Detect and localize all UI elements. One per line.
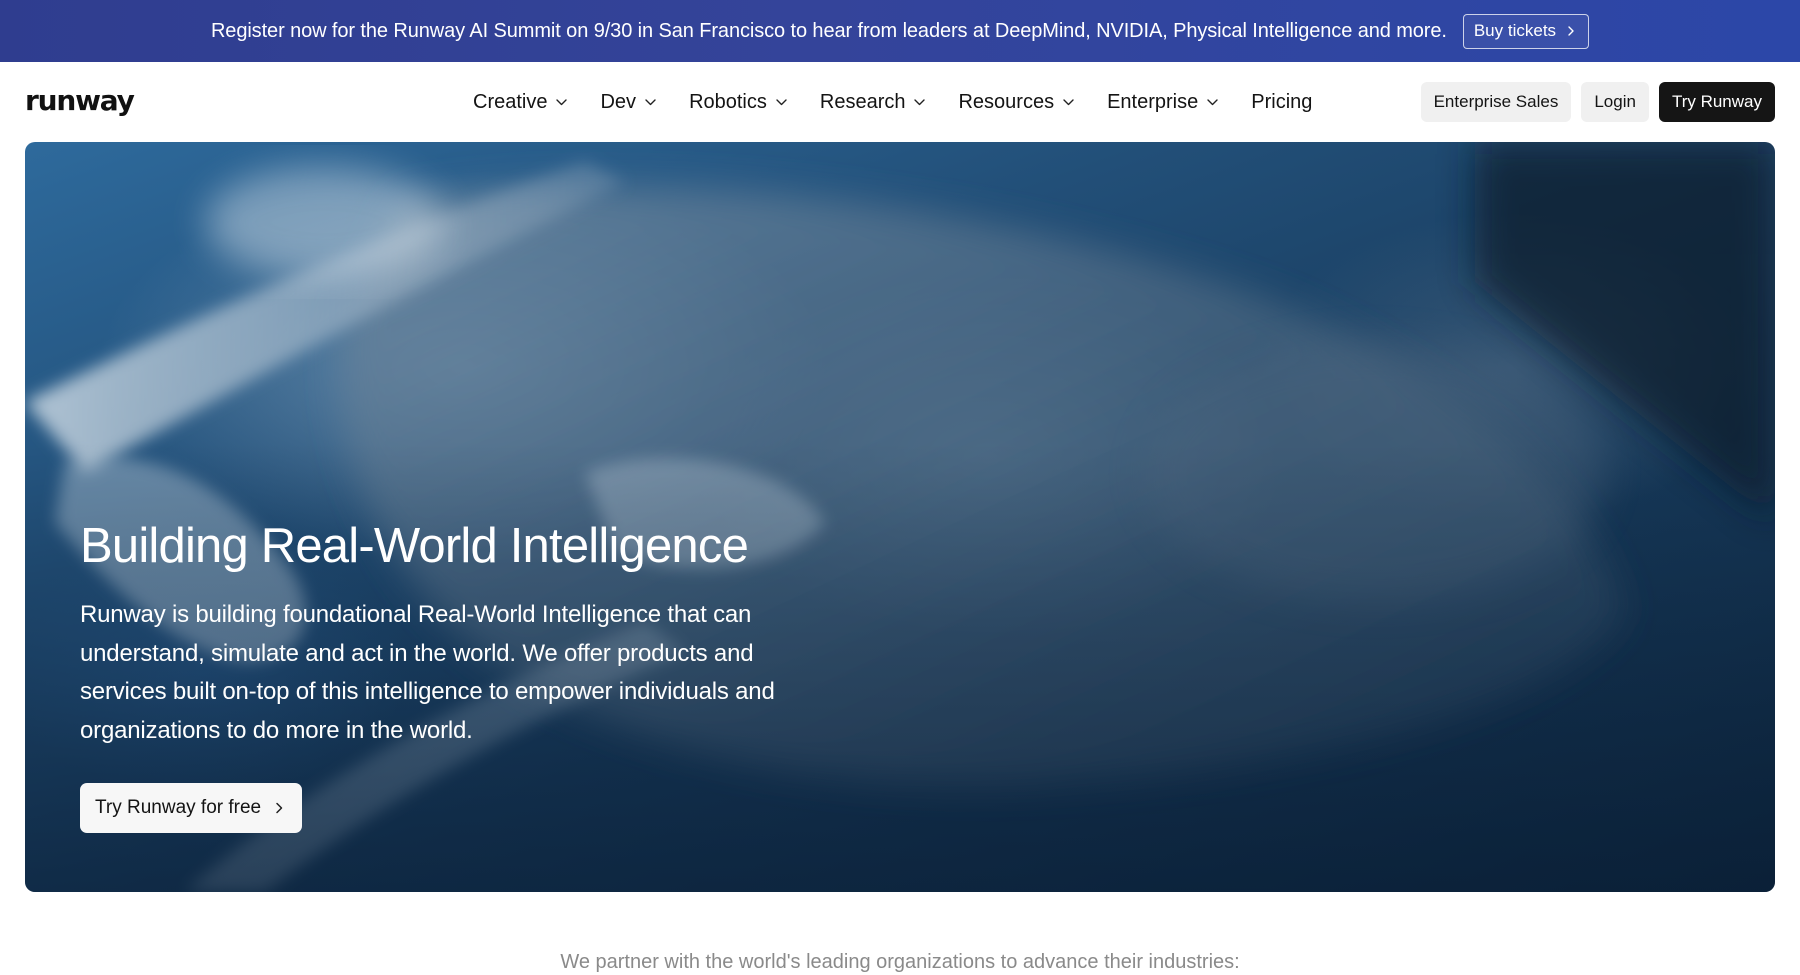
- buy-tickets-button[interactable]: Buy tickets: [1462, 13, 1590, 49]
- nav-item-label: Resources: [958, 90, 1055, 113]
- nav-item-label: Pricing: [1251, 90, 1313, 113]
- top-nav: runway Creative Dev Robotics Research Re…: [0, 62, 1800, 142]
- hero-title: Building Real-World Intelligence: [80, 519, 749, 573]
- nav-item-label: Robotics: [689, 90, 767, 113]
- nav-item-resources[interactable]: Resources: [958, 91, 1074, 114]
- chevron-down-icon: [914, 98, 926, 105]
- hero-description: Runway is building foundational Real-Wor…: [80, 601, 775, 744]
- try-runway-free-button[interactable]: Try Runway for free: [80, 783, 303, 833]
- chevron-down-icon: [645, 98, 656, 105]
- nav-item-robotics[interactable]: Robotics: [689, 91, 787, 114]
- try-runway-button[interactable]: Try Runway: [1658, 82, 1775, 122]
- announcement-banner: Register now for the Runway AI Summit on…: [0, 0, 1800, 62]
- runway-logo[interactable]: runway: [25, 84, 135, 117]
- hero-section: Building Real-World Intelligence Runway …: [25, 142, 1775, 892]
- chevron-down-icon: [776, 98, 787, 105]
- chevron-right-icon: [1568, 26, 1574, 36]
- hero-overlay: [25, 142, 1775, 892]
- nav-item-research[interactable]: Research: [820, 91, 926, 114]
- nav-actions: Enterprise Sales Login Try Runway: [1420, 62, 1775, 142]
- partners-tagline: We partner with the world's leading orga…: [560, 951, 1240, 973]
- chevron-down-icon: [556, 98, 568, 105]
- nav-item-label: Creative: [473, 90, 548, 113]
- nav-item-label: Dev: [600, 90, 637, 113]
- nav-item-label: Enterprise: [1107, 90, 1199, 113]
- nav-item-creative[interactable]: Creative: [473, 90, 568, 114]
- enterprise-sales-button[interactable]: Enterprise Sales: [1420, 82, 1572, 122]
- chevron-down-icon: [1207, 98, 1218, 105]
- nav-item-pricing[interactable]: Pricing: [1251, 91, 1312, 114]
- nav-item-dev[interactable]: Dev: [600, 91, 656, 114]
- login-button[interactable]: Login: [1581, 82, 1649, 122]
- buy-tickets-label: Buy tickets: [1473, 21, 1557, 40]
- chevron-down-icon: [1063, 98, 1074, 105]
- nav-item-enterprise[interactable]: Enterprise: [1107, 91, 1218, 114]
- nav-item-label: Research: [819, 90, 906, 113]
- banner-text: Register now for the Runway AI Summit on…: [210, 19, 1447, 42]
- hero-cta-label: Try Runway for free: [95, 797, 262, 818]
- chevron-right-icon: [276, 802, 283, 814]
- nav-menu: Creative Dev Robotics Research Resources…: [473, 62, 1312, 142]
